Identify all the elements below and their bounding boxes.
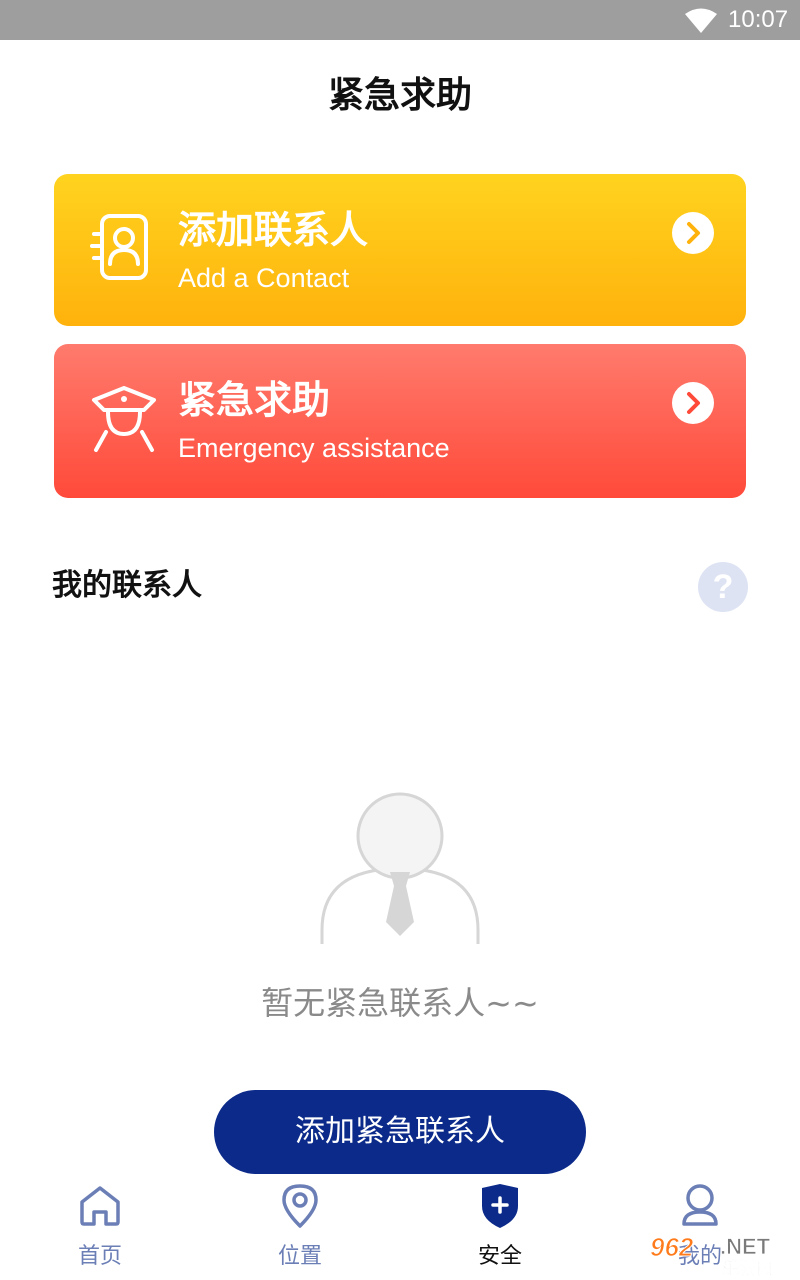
- page-title: 紧急求助: [327, 75, 472, 116]
- wifi-icon: [685, 8, 717, 33]
- contact-card-icon: [90, 214, 148, 280]
- watermark-cn: 乐游网: [722, 1258, 773, 1276]
- emergency-subtitle: Emergency assistance: [178, 433, 450, 463]
- tab-safety-label: 安全: [477, 1244, 522, 1269]
- status-time: 10:07: [728, 6, 789, 33]
- empty-contacts-text: 暂无紧急联系人~~: [261, 984, 539, 1022]
- help-button[interactable]: ?: [698, 562, 748, 612]
- my-contacts-title: 我的联系人: [52, 568, 202, 603]
- empty-contact-avatar-icon: [318, 792, 482, 950]
- chevron-right-icon: [672, 212, 714, 254]
- watermark-962: 962: [650, 1232, 694, 1262]
- tab-location-label: 位置: [277, 1244, 322, 1269]
- add-contact-card[interactable]: 添加联系人 Add a Contact: [54, 174, 746, 326]
- add-emergency-contact-button[interactable]: 添加紧急联系人: [214, 1090, 586, 1174]
- emergency-title: 紧急求助: [178, 378, 331, 422]
- add-contact-title: 添加联系人: [178, 208, 369, 252]
- watermark-net: .NET: [720, 1234, 771, 1259]
- emergency-assistance-card[interactable]: 紧急求助 Emergency assistance: [54, 344, 746, 498]
- tab-home[interactable]: 首页: [0, 1176, 200, 1280]
- add-contact-subtitle: Add a Contact: [178, 263, 350, 293]
- status-bar: 10:07: [0, 0, 800, 40]
- site-watermark-logo: 962 .NET 乐游网: [650, 1232, 774, 1276]
- chevron-right-icon: [672, 382, 714, 424]
- tab-location[interactable]: 位置: [200, 1176, 400, 1280]
- location-pin-icon: [282, 1184, 318, 1228]
- user-icon: [682, 1184, 718, 1226]
- home-icon: [80, 1186, 120, 1226]
- tab-home-label: 首页: [77, 1244, 122, 1269]
- police-officer-icon: [92, 386, 156, 452]
- shield-plus-icon: [482, 1184, 518, 1228]
- tab-safety[interactable]: 安全: [400, 1176, 600, 1280]
